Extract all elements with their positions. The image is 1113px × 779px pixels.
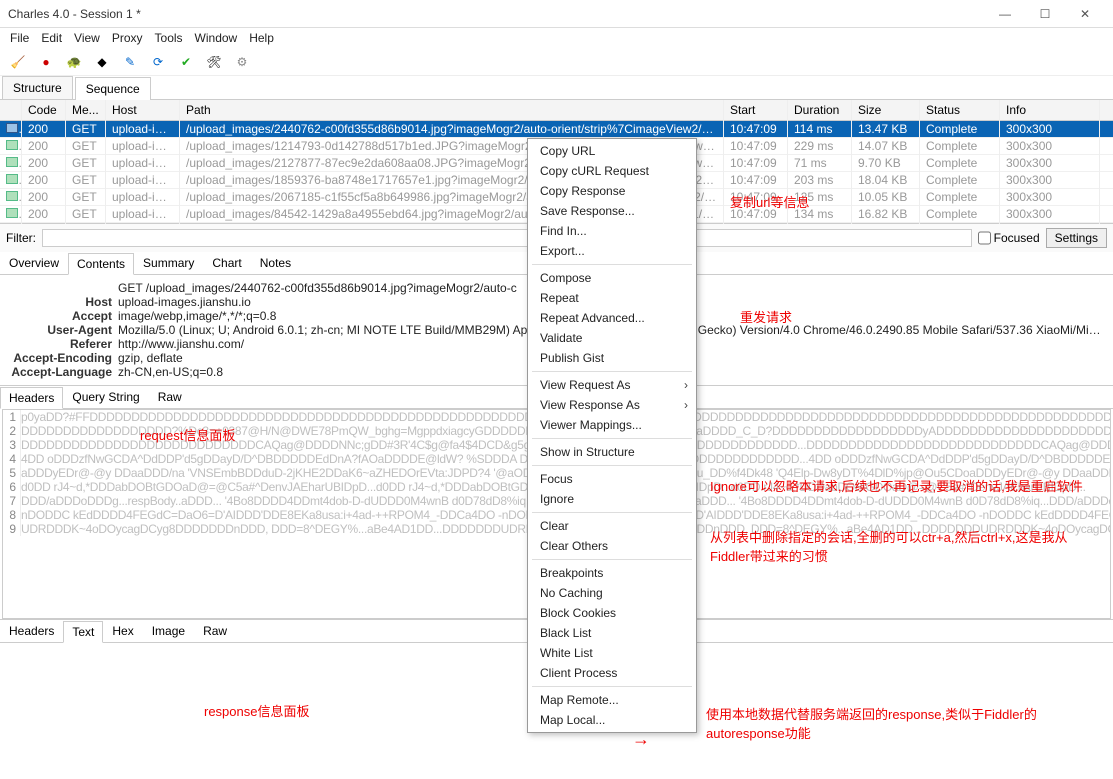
ctx-copy-response[interactable]: Copy Response [528, 181, 696, 201]
ctx-repeat-advanced[interactable]: Repeat Advanced... [528, 308, 696, 328]
resptab-hex[interactable]: Hex [103, 620, 142, 642]
ctx-copy-curl-request[interactable]: Copy cURL Request [528, 161, 696, 181]
annot-map: 使用本地数据代替服务端返回的response,类似于Fiddler的autore… [706, 704, 1106, 742]
menu-help[interactable]: Help [245, 31, 278, 45]
tab-overview[interactable]: Overview [0, 252, 68, 274]
annot-clear: 从列表中删除指定的会话,全删的可以ctr+a,然后ctrl+x,这是我从Fidd… [710, 527, 1105, 565]
ctx-save-response[interactable]: Save Response... [528, 201, 696, 221]
grid-header: Code Me... Host Path Start Duration Size… [0, 100, 1113, 121]
settings-icon[interactable]: ⚙ [234, 54, 250, 70]
filter-input[interactable] [42, 229, 972, 247]
annot-copy: 复制url等信息 [730, 192, 809, 211]
ctx-compose[interactable]: Compose [528, 268, 696, 288]
ctx-focus[interactable]: Focus [528, 469, 696, 489]
close-button[interactable]: ✕ [1065, 3, 1105, 25]
tab-chart[interactable]: Chart [203, 252, 250, 274]
ctx-breakpoints[interactable]: Breakpoints [528, 563, 696, 583]
ctx-viewer-mappings[interactable]: Viewer Mappings... [528, 415, 696, 435]
toolbar: 🧹 ● 🐢 ◆ ✎ ⟳ ✔ 🛠 ⚙ [0, 48, 1113, 76]
view-tabs: Structure Sequence [0, 76, 1113, 100]
ctx-clear-others[interactable]: Clear Others [528, 536, 696, 556]
col-duration[interactable]: Duration [788, 100, 852, 120]
col-code[interactable]: Code [22, 100, 66, 120]
menu-window[interactable]: Window [191, 31, 242, 45]
menu-proxy[interactable]: Proxy [108, 31, 147, 45]
ctx-copy-url[interactable]: Copy URL [528, 141, 696, 161]
broom-icon[interactable]: 🧹 [10, 54, 26, 70]
settings-button[interactable]: Settings [1046, 228, 1107, 248]
annot-repeat: 重发请求 [740, 307, 792, 326]
annot-req-panel: request信息面板 [140, 425, 235, 444]
col-size[interactable]: Size [852, 100, 920, 120]
col-method[interactable]: Me... [66, 100, 106, 120]
record-icon[interactable]: ● [38, 54, 54, 70]
menu-edit[interactable]: Edit [37, 31, 66, 45]
col-start[interactable]: Start [724, 100, 788, 120]
ctx-map-local[interactable]: Map Local... [528, 710, 696, 730]
breakpoint-icon[interactable]: ◆ [94, 54, 110, 70]
annot-ignore: Ignore可以忽略本请求,后续也不再记录,要取消的话,我是重启软件 [710, 476, 1105, 495]
ctx-white-list[interactable]: White List [528, 643, 696, 663]
context-menu: Copy URLCopy cURL RequestCopy ResponseSa… [527, 138, 697, 733]
tab-summary[interactable]: Summary [134, 252, 203, 274]
resptab-text[interactable]: Text [63, 621, 103, 643]
filter-label: Filter: [6, 231, 36, 245]
tab-sequence[interactable]: Sequence [75, 77, 151, 100]
menu-tools[interactable]: Tools [151, 31, 187, 45]
col-path[interactable]: Path [180, 100, 724, 120]
maximize-button[interactable]: ☐ [1025, 3, 1065, 25]
ctx-clear[interactable]: Clear [528, 516, 696, 536]
ctx-no-caching[interactable]: No Caching [528, 583, 696, 603]
resptab-headers[interactable]: Headers [0, 620, 63, 642]
ctx-show-in-structure[interactable]: Show in Structure [528, 442, 696, 462]
focused-checkbox[interactable]: Focused [978, 229, 1040, 247]
minimize-button[interactable]: — [985, 3, 1025, 25]
menu-file[interactable]: File [6, 31, 33, 45]
resptab-image[interactable]: Image [143, 620, 194, 642]
annot-resp-panel: response信息面板 [204, 701, 309, 720]
ctx-client-process[interactable]: Client Process [528, 663, 696, 683]
reqtab-query-string[interactable]: Query String [63, 386, 148, 408]
ctx-map-remote[interactable]: Map Remote... [528, 690, 696, 710]
ctx-view-response-as[interactable]: View Response As [528, 395, 696, 415]
col-host[interactable]: Host [106, 100, 180, 120]
ctx-export[interactable]: Export... [528, 241, 696, 261]
title-bar: Charles 4.0 - Session 1 * — ☐ ✕ [0, 0, 1113, 28]
tab-structure[interactable]: Structure [2, 76, 73, 99]
throttle-icon[interactable]: 🐢 [66, 54, 82, 70]
ctx-view-request-as[interactable]: View Request As [528, 375, 696, 395]
edit-icon[interactable]: ✎ [122, 54, 138, 70]
tab-contents[interactable]: Contents [68, 253, 134, 275]
col-info[interactable]: Info [1000, 100, 1100, 120]
ctx-find-in[interactable]: Find In... [528, 221, 696, 241]
ctx-publish-gist[interactable]: Publish Gist [528, 348, 696, 368]
resptab-raw[interactable]: Raw [194, 620, 236, 642]
reqtab-headers[interactable]: Headers [0, 387, 63, 409]
ctx-black-list[interactable]: Black List [528, 623, 696, 643]
check-icon[interactable]: ✔ [178, 54, 194, 70]
reqtab-raw[interactable]: Raw [149, 386, 191, 408]
repeat-icon[interactable]: ⟳ [150, 54, 166, 70]
window-title: Charles 4.0 - Session 1 * [8, 7, 985, 21]
col-status[interactable]: Status [920, 100, 1000, 120]
ctx-block-cookies[interactable]: Block Cookies [528, 603, 696, 623]
ctx-ignore[interactable]: Ignore [528, 489, 696, 509]
tab-notes[interactable]: Notes [251, 252, 300, 274]
ctx-repeat[interactable]: Repeat [528, 288, 696, 308]
menu-bar: File Edit View Proxy Tools WindowHelp [0, 28, 1113, 48]
tools-icon[interactable]: 🛠 [206, 54, 222, 70]
ctx-validate[interactable]: Validate [528, 328, 696, 348]
menu-view[interactable]: View [70, 31, 104, 45]
